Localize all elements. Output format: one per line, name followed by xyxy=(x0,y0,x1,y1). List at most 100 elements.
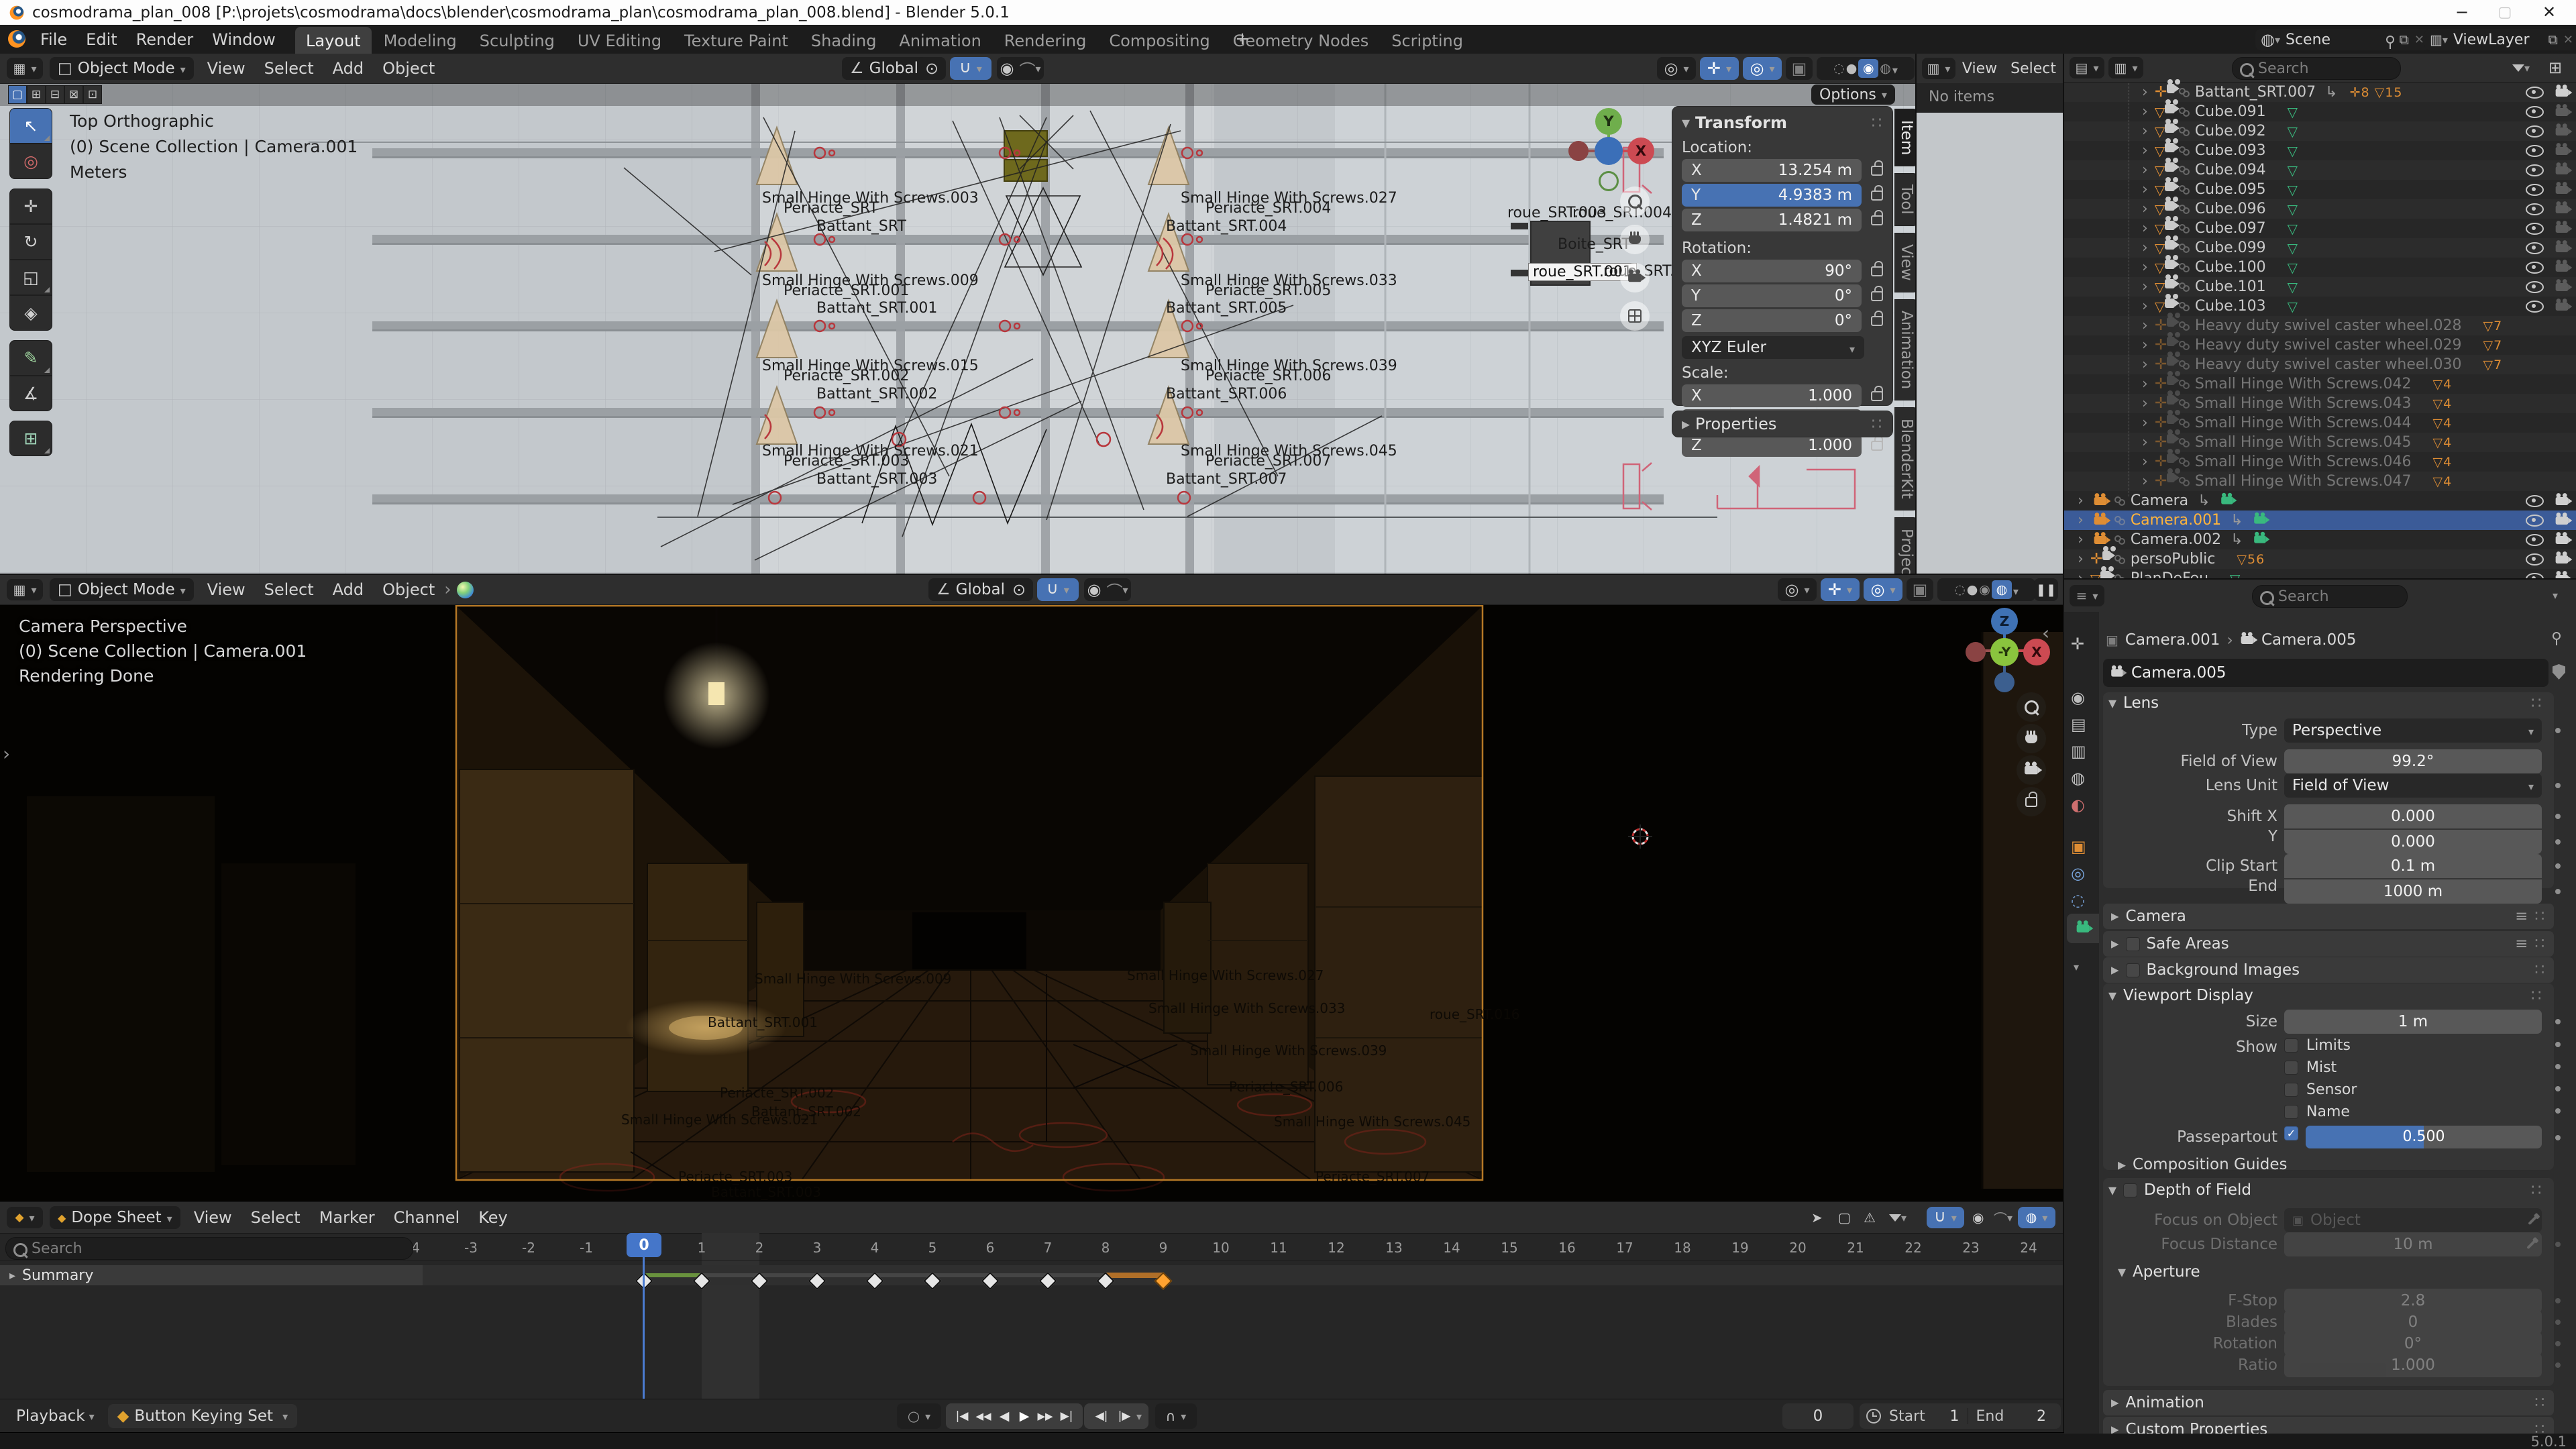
hide-eye-icon[interactable] xyxy=(2526,553,2544,566)
tab-object-data-active[interactable] xyxy=(2067,914,2099,943)
select-mode-subtract-button[interactable]: ⊟ xyxy=(46,85,64,104)
scale-row[interactable]: Z 1.000 xyxy=(1682,434,1883,457)
select-mode-intersect-button[interactable]: ⊡ xyxy=(83,85,102,104)
menu-item[interactable]: Edit xyxy=(76,30,126,49)
expand-icon[interactable] xyxy=(2142,142,2148,159)
size-field[interactable]: 1 m xyxy=(2284,1010,2542,1034)
animate-dot[interactable] xyxy=(2555,1108,2561,1114)
disable-render-icon[interactable] xyxy=(2555,103,2573,116)
disable-render-icon[interactable] xyxy=(2555,181,2573,194)
outliner-row[interactable]: Cube.092 ▽ xyxy=(2064,118,2576,141)
outliner-row[interactable]: Small Hinge With Screws.047 ▽4 xyxy=(2064,468,2576,491)
expand-icon[interactable] xyxy=(2078,570,2084,578)
hide-eye-icon[interactable] xyxy=(2526,203,2544,215)
hide-eye-icon[interactable] xyxy=(2526,494,2544,507)
collapse-icon[interactable] xyxy=(1682,113,1690,132)
lock-icon[interactable] xyxy=(1871,310,1883,326)
start-frame-field[interactable]: Start 1 xyxy=(1881,1408,1968,1425)
select-box-tool[interactable]: ↖ xyxy=(9,108,52,144)
outliner-row[interactable]: Cube.101 ▽ xyxy=(2064,274,2576,297)
camera-lock-control[interactable] xyxy=(2017,787,2046,816)
gizmos-toggle[interactable] xyxy=(1821,578,1860,601)
scale-row[interactable]: X 1.000 xyxy=(1682,384,1883,407)
dope-menu-item[interactable]: Select xyxy=(241,1208,310,1227)
loop-button[interactable] xyxy=(1155,1403,1197,1429)
outliner-row[interactable]: Small Hinge With Screws.042 ▽4 xyxy=(2064,371,2576,394)
outliner-row[interactable]: Small Hinge With Screws.046 ▽4 xyxy=(2064,449,2576,472)
animate-dot[interactable] xyxy=(2555,1042,2561,1047)
tab-tool[interactable]: ✛ xyxy=(2071,635,2084,653)
disable-render-icon[interactable] xyxy=(2555,84,2573,97)
shift-x-field[interactable]: 0.000 xyxy=(2284,804,2542,828)
viewport-menu-item[interactable]: Add xyxy=(323,580,373,599)
disable-render-icon[interactable] xyxy=(2555,239,2573,252)
shading-rendered-button[interactable] xyxy=(1991,580,2012,599)
outliner-row[interactable]: Small Hinge With Screws.043 ▽4 xyxy=(2064,390,2576,413)
spreadsheet-menu-item[interactable]: Select xyxy=(2004,60,2063,77)
shading-preview-ball[interactable] xyxy=(456,581,474,598)
disable-render-icon[interactable] xyxy=(2555,142,2573,155)
fake-user-shield-button[interactable] xyxy=(2553,664,2565,680)
hide-eye-icon[interactable] xyxy=(2526,280,2544,293)
camera-view-control[interactable] xyxy=(1620,263,1650,292)
keying-set-dropdown[interactable]: Button Keying Set xyxy=(107,1404,298,1428)
dope-menu-item[interactable]: Marker xyxy=(310,1208,384,1227)
expand-icon[interactable] xyxy=(2142,201,2148,217)
disable-render-icon[interactable] xyxy=(2555,298,2573,311)
dof-header[interactable]: Depth of Field xyxy=(2108,1181,2251,1199)
display-mode-button[interactable] xyxy=(2108,57,2143,78)
outliner-row[interactable]: Small Hinge With Screws.044 ▽4 xyxy=(2064,410,2576,433)
expand-icon[interactable] xyxy=(2142,162,2148,178)
animate-dot[interactable] xyxy=(2555,1086,2561,1091)
disable-render-icon[interactable] xyxy=(2555,259,2573,272)
lock-icon[interactable] xyxy=(1871,285,1883,301)
workspace-tab[interactable]: UV Editing xyxy=(567,27,672,55)
dope-menu-item[interactable]: View xyxy=(184,1208,241,1227)
breadcrumb-data[interactable]: Camera.005 xyxy=(2261,631,2356,649)
pivot-button[interactable] xyxy=(1005,578,1033,601)
gizmo-axis-z-neg[interactable] xyxy=(1994,672,2015,692)
sidebar-tab[interactable]: BlenderKit xyxy=(1894,407,1915,511)
previous-keyframe-button[interactable] xyxy=(973,1410,994,1422)
disable-render-icon[interactable] xyxy=(2555,220,2573,233)
outliner-row[interactable]: Cube.103 ▽ xyxy=(2064,293,2576,316)
outliner-row[interactable]: persoPublic ▽56 xyxy=(2064,546,2576,569)
safe-areas-checkbox[interactable] xyxy=(2125,936,2140,951)
rotation-field[interactable]: 0° xyxy=(2284,1332,2542,1356)
show-object-types-button[interactable] xyxy=(1657,57,1696,80)
disable-render-icon[interactable] xyxy=(2555,201,2573,213)
add-workspace-button[interactable]: + xyxy=(1232,29,1253,49)
summary-channel[interactable]: Summary xyxy=(0,1265,423,1285)
expand-icon[interactable] xyxy=(2142,278,2148,295)
animate-dot[interactable] xyxy=(2555,1019,2561,1024)
editor-type-button[interactable] xyxy=(7,1207,43,1228)
viewport-menu-item[interactable]: Add xyxy=(323,59,373,78)
outliner-row[interactable]: Camera.002 ↳ xyxy=(2064,530,2576,549)
data-name-field[interactable]: Camera.005 xyxy=(2103,659,2548,687)
checkbox[interactable] xyxy=(2284,1061,2298,1075)
viewport-menu-item[interactable]: Object xyxy=(373,59,444,78)
viewport-menu-item[interactable]: View xyxy=(198,59,255,78)
navigation-gizmo[interactable]: Z X -Y xyxy=(1957,604,2051,698)
editor-type-button[interactable] xyxy=(7,579,43,600)
workspace-tab[interactable]: Modeling xyxy=(373,27,468,55)
delete-viewlayer-icon[interactable] xyxy=(2563,33,2573,47)
lock-icon[interactable] xyxy=(1871,209,1883,225)
dope-mode-dropdown[interactable]: Dope Sheet xyxy=(50,1206,180,1229)
outliner-row[interactable]: Camera.001 ↳ xyxy=(2064,511,2576,530)
playhead-snap-icon[interactable] xyxy=(1811,1210,1823,1226)
disable-render-icon[interactable] xyxy=(2555,492,2573,505)
minimize-button[interactable]: − xyxy=(2447,1,2477,23)
end-frame-field[interactable]: End 2 xyxy=(1968,1408,2055,1425)
hide-eye-icon[interactable] xyxy=(2526,164,2544,176)
mode-dropdown[interactable]: Object Mode xyxy=(50,57,194,80)
expand-icon[interactable] xyxy=(2078,531,2084,548)
select-mode-new-button[interactable]: ▢ xyxy=(8,85,27,104)
expand-icon[interactable] xyxy=(2142,376,2148,392)
tab-world[interactable]: ◐ xyxy=(2071,796,2085,814)
pan-control[interactable] xyxy=(2017,724,2046,753)
expand-icon[interactable] xyxy=(2142,123,2148,140)
hide-eye-icon[interactable] xyxy=(2526,572,2544,578)
aperture-header[interactable]: Aperture xyxy=(2118,1263,2200,1281)
location-row[interactable]: X 13.254 m xyxy=(1682,159,1883,182)
